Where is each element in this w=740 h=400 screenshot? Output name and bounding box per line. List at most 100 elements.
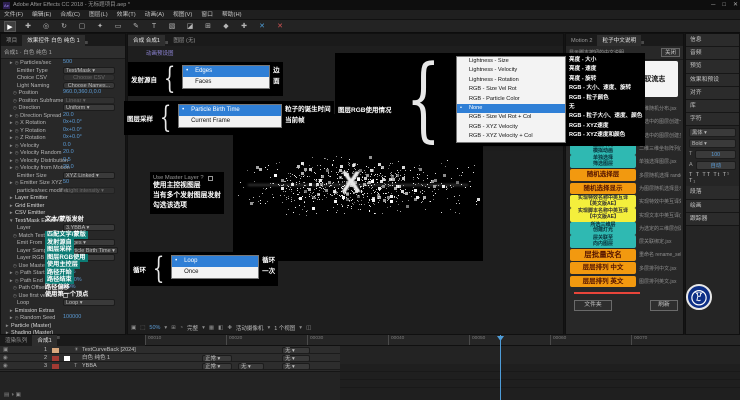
window-control-button[interactable]: ─ [711, 0, 715, 10]
layer-av-icon[interactable]: ◉ [3, 354, 8, 362]
viewer-toolbar-item[interactable]: ▾ [202, 325, 205, 331]
property-value[interactable]: 960.0,360.0,0.0 [63, 89, 101, 96]
layer-av-icon[interactable]: ◉ [3, 362, 8, 370]
menu-item[interactable]: 编辑(E) [32, 10, 51, 19]
property-value[interactable]: Text/Mask ▾ [63, 67, 115, 74]
toolbar-tool-icon[interactable]: ▶ [4, 21, 16, 32]
toolbar-tool-icon[interactable]: T [148, 21, 160, 32]
time-ruler[interactable]: 00010000200003000040000500006000070 [145, 335, 740, 346]
effect-property-row[interactable]: ► ◷ Velocity 0.0 [1, 142, 125, 150]
effect-property-row[interactable]: ► Grid Emitter [1, 202, 125, 210]
twirl-stopwatch-icon[interactable]: ► ◷ [9, 158, 19, 163]
menu-item[interactable]: 窗口 [201, 10, 213, 19]
property-value[interactable]: Loop ▾ [63, 299, 115, 306]
toolbar-tool-icon[interactable]: ⊞ [202, 21, 214, 32]
effect-property-row[interactable]: ► ◷ Velocity Random 20.0 [1, 149, 125, 157]
toolbar-tool-icon[interactable]: ✕ [274, 21, 286, 32]
property-value[interactable]: Linear ▾ [63, 97, 115, 104]
twirl-stopwatch-icon[interactable]: ► ◷ [9, 150, 19, 155]
twirl-stopwatch-icon[interactable]: ◷ [13, 263, 17, 268]
panel-menu-icon[interactable]: ≡ [57, 335, 60, 346]
effect-property-row[interactable]: Emitter Size XYZ Linked ▾ [1, 172, 125, 180]
viewer-toolbar-item[interactable]: 50% [149, 325, 160, 331]
twirl-stopwatch-icon[interactable]: ► ◷ [9, 180, 19, 185]
viewer-toolbar-item[interactable]: ▾ [299, 325, 302, 331]
script-button[interactable]: 层关联至 向内图层 [570, 235, 636, 248]
toolbar-tool-icon[interactable]: ▧ [166, 21, 178, 32]
viewer-toolbar-item[interactable]: ▾ [164, 325, 167, 331]
effect-property-row[interactable]: ◷ Position Subframe Linear ▾ [1, 97, 125, 105]
effect-property-row[interactable]: particles/sec modifier Light intensity ▾ [1, 187, 125, 195]
viewer-toolbar-item[interactable]: ✚ [227, 325, 232, 331]
twirl-stopwatch-icon[interactable]: ► ◷ [9, 143, 19, 148]
dropdown-option[interactable]: Once [172, 267, 258, 278]
window-control-button[interactable]: ✕ [733, 0, 738, 10]
dropdown-option[interactable]: Lightness - Size [457, 57, 565, 66]
layer-parent-select[interactable]: 无 ▾ [282, 363, 310, 370]
tab-layer[interactable]: 图层 (无) [168, 35, 200, 46]
layer-mode-select[interactable]: 正常 ▾ [202, 363, 232, 370]
effect-property-row[interactable]: ► ◷ Random Seed 100000 [1, 314, 125, 322]
dropdown-option[interactable]: •None [457, 104, 565, 113]
toolbar-tool-icon[interactable]: ✚ [22, 21, 34, 32]
effect-property-row[interactable]: ► ◷ Particles/sec 500 [1, 59, 125, 67]
timeline-track-lane[interactable] [340, 364, 740, 400]
toolbar-tool-icon[interactable]: ◎ [40, 21, 52, 32]
dock-panel-header[interactable]: 音频 [686, 47, 739, 60]
twirl-stopwatch-icon[interactable]: ◷ [13, 105, 17, 110]
property-value[interactable]: 3.YBBA ▾ [63, 224, 115, 231]
property-value[interactable]: 0x+0.0° [63, 127, 82, 134]
viewer-toolbar-item[interactable]: 完整 [187, 324, 198, 332]
dock-panel-header[interactable]: 对齐 [686, 87, 739, 100]
effect-property-row[interactable]: ► Emission Extras [1, 307, 125, 315]
dropdown-option[interactable]: RGB - XYZ Velocity + Col [457, 132, 565, 141]
dropdown-option[interactable]: •Particle Birth Time [179, 105, 281, 116]
toolbar-tool-icon[interactable]: ✚ [238, 21, 250, 32]
layer-row[interactable]: ▣ 1 ☀ TextCurveBack [2024] 无 ▾ [0, 346, 340, 354]
viewer-toolbar-item[interactable]: ⬚ [140, 325, 145, 331]
dock-panel-header[interactable]: 库 [686, 100, 739, 113]
effect-property-row[interactable]: ► Layer Emitter [1, 194, 125, 202]
toolbar-tool-icon[interactable]: ▭ [112, 21, 124, 32]
effect-property-row[interactable]: ► ◷ Emitter Size XYZ 50 [1, 179, 125, 187]
twirl-stopwatch-icon[interactable]: ► [9, 203, 13, 208]
dock-panel-header[interactable]: 效果和预设 [686, 74, 739, 87]
tab-composition[interactable]: 合成 合成1 [128, 35, 165, 46]
viewer-toolbar-item[interactable]: ▾ [267, 325, 270, 331]
layer-parent-select[interactable]: 无 ▾ [282, 347, 310, 354]
layer-color-swatch[interactable] [52, 364, 59, 369]
layer-color-swatch[interactable] [52, 356, 59, 361]
twirl-stopwatch-icon[interactable]: ◷ [13, 233, 17, 238]
menu-item[interactable]: 效果(T) [117, 10, 136, 19]
viewer-toolbar-item[interactable]: 1 个视图 [274, 324, 295, 332]
menu-item[interactable]: 文件(F) [4, 10, 23, 19]
twirl-stopwatch-icon[interactable]: ◷ [13, 285, 17, 290]
layer-name[interactable]: 白色 纯色 1 [82, 354, 110, 362]
twirl-stopwatch-icon[interactable]: ► ◷ [9, 120, 19, 125]
twirl-stopwatch-icon[interactable]: ► [9, 195, 13, 200]
effect-property-row[interactable]: Emitter Type Text/Mask ▾ [1, 67, 125, 75]
font-family-select[interactable]: 黑体 ▾ [689, 128, 736, 137]
font-style-select[interactable]: Bold ▾ [689, 139, 736, 148]
twirl-stopwatch-icon[interactable]: ► ◷ [9, 315, 19, 320]
layer-name[interactable]: TextCurveBack [2024] [82, 346, 136, 354]
dropdown-option[interactable]: Faces [183, 77, 269, 88]
tab-script-chinese[interactable]: 粒子中文说明 [597, 35, 641, 46]
dropdown-option[interactable]: Lightness - Rotation [457, 76, 565, 85]
tab-effect-controls[interactable]: 效果控件 白色 纯色 1 [22, 35, 85, 46]
twirl-stopwatch-icon[interactable]: ► ◷ [9, 135, 19, 140]
twirl-stopwatch-icon[interactable]: ► ◷ [9, 270, 19, 275]
effect-property-row[interactable]: ▼ Text/Mask Emitter 文本/蒙版发射 [1, 217, 125, 225]
menu-item[interactable]: 视图(V) [173, 10, 192, 19]
effect-property-row[interactable]: ► ◷ Y Rotation 0x+0.0° [1, 127, 125, 135]
script-button[interactable]: 层层排列 英文 [570, 276, 636, 288]
field-value[interactable]: 自动 [696, 161, 736, 170]
toolbar-tool-icon[interactable]: ✎ [130, 21, 142, 32]
property-value[interactable]: 0x+0.0° [63, 119, 82, 126]
viewer-toolbar-item[interactable]: 活动摄像机 [236, 324, 264, 332]
effect-property-row[interactable]: Light Naming Choose Names... [1, 82, 125, 90]
script-button[interactable]: 随机选择层 [570, 169, 636, 181]
dropdown-option[interactable]: Current Frame [179, 116, 281, 127]
twirl-stopwatch-icon[interactable]: ► ◷ [9, 60, 19, 65]
checkbox-icon[interactable] [208, 176, 213, 181]
